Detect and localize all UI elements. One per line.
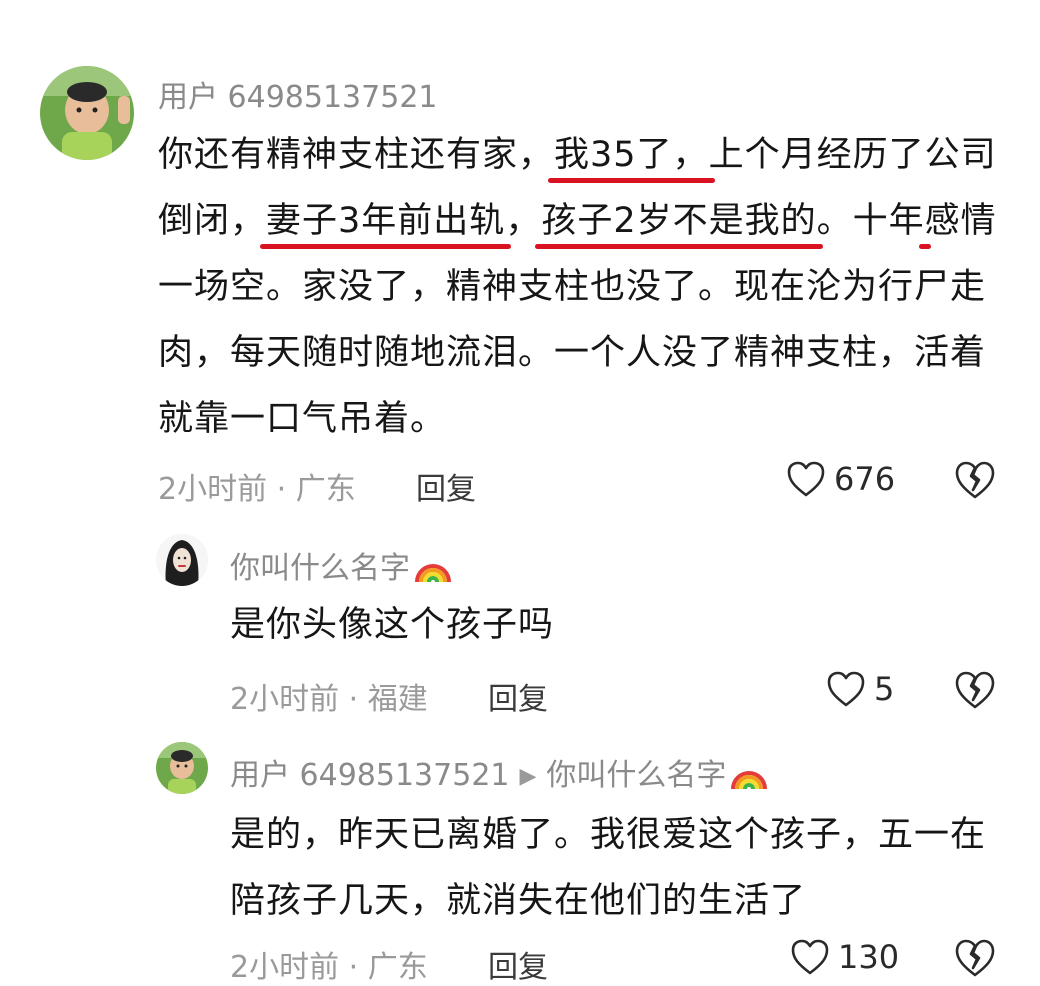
content-text: 上个月经历了 (708, 135, 925, 175)
like-button[interactable]: 676 (786, 460, 895, 498)
like-count: 5 (874, 670, 895, 708)
like-button[interactable]: 5 (826, 670, 894, 708)
like-count: 130 (838, 938, 900, 976)
content-text: 你还有精神支柱还有家， (158, 135, 555, 175)
highlighted-text: 我35了， (554, 135, 709, 175)
dislike-button[interactable] (954, 938, 996, 982)
comment-username[interactable]: 用户 64985137521 ▶ 你叫什么名字 (230, 750, 768, 794)
comment-time-location: 2小时前 · 福建 (230, 682, 428, 717)
heart-outline-icon (827, 671, 865, 707)
comment-content: 你还有精神支柱还有家，我35了，上个月经历了公司倒闭，妻子3年前出轨，孩子2岁不… (158, 122, 1003, 452)
highlighted-text: 孩子2岁不是我的 (541, 201, 817, 241)
username-text: 用户 64985137521 (230, 758, 510, 793)
broken-heart-icon (955, 671, 995, 709)
reply-to-username: 你叫什么名字 (546, 758, 727, 793)
username-text: 你叫什么名字 (230, 551, 410, 586)
comment-content: 是的，昨天已离婚了。我很爱这个孩子，五一在陪孩子几天，就消失在他们的生活了 (230, 815, 987, 921)
rainbow-emoji (731, 771, 768, 790)
rainbow-emoji (415, 564, 451, 583)
heart-outline-icon (787, 461, 825, 497)
avatar[interactable] (156, 742, 208, 794)
broken-heart-icon (955, 461, 995, 499)
reply-arrow-icon: ▶ (519, 764, 537, 789)
comment-time-location: 2小时前 · 广东 (230, 950, 428, 985)
dislike-button[interactable] (954, 670, 996, 714)
highlighted-text: 妻子3年前出轨 (266, 201, 506, 241)
dislike-button[interactable] (954, 460, 996, 504)
comment-username[interactable]: 你叫什么名字 (230, 543, 452, 587)
comment-time-location: 2小时前 · 广东 (158, 472, 356, 507)
reply-button[interactable]: 回复 (488, 942, 548, 986)
reply-button[interactable]: 回复 (488, 674, 548, 718)
broken-heart-icon (955, 939, 995, 977)
avatar[interactable] (156, 534, 208, 586)
heart-outline-icon (791, 939, 829, 975)
reply-button[interactable]: 回复 (416, 464, 476, 508)
like-count: 676 (834, 460, 896, 498)
content-text: ， (505, 201, 542, 241)
comment-content: 是你头像这个孩子吗 (230, 605, 555, 645)
comment-username[interactable]: 用户 64985137521 (158, 72, 438, 116)
content-text: ， (230, 201, 267, 241)
like-button[interactable]: 130 (790, 938, 899, 976)
avatar[interactable] (40, 66, 134, 160)
